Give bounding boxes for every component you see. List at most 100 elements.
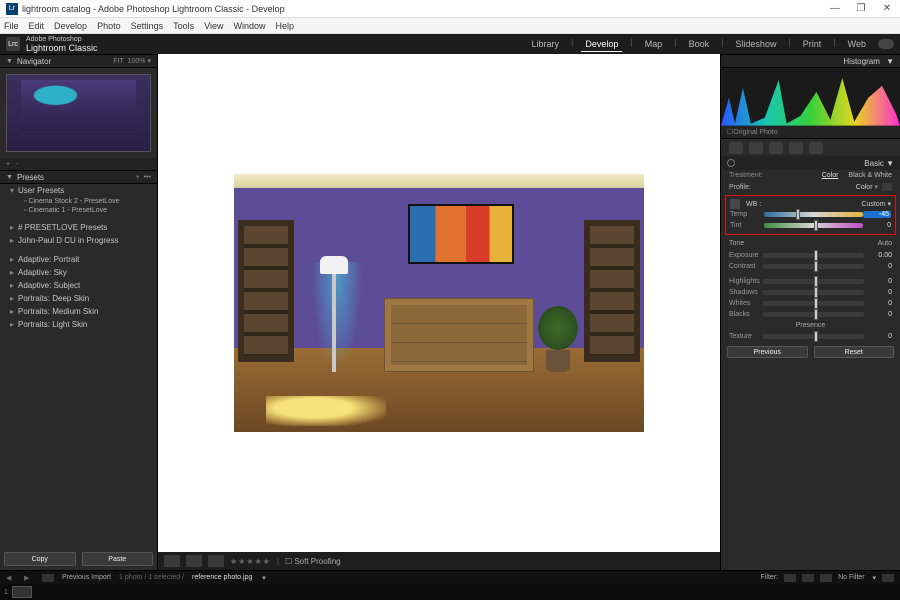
- filter-color-icon[interactable]: [820, 574, 832, 582]
- filter-lock-icon[interactable]: [882, 574, 894, 582]
- original-photo-toggle[interactable]: ☐ Original Photo: [721, 126, 900, 138]
- heal-icon[interactable]: [749, 142, 763, 154]
- cloud-sync-icon[interactable]: [878, 39, 894, 49]
- wb-preset-dropdown[interactable]: Custom ▾: [861, 201, 891, 208]
- menubar: File Edit Develop Photo Settings Tools V…: [0, 18, 900, 34]
- lightroom-logo-icon: Lrc: [6, 37, 20, 51]
- view-mode-icon[interactable]: [164, 555, 180, 567]
- menu-develop[interactable]: Develop: [54, 21, 87, 31]
- filmstrip-header: ◀ ▶ Previous Import 1 photo / 1 selected…: [0, 570, 900, 584]
- survey-icon[interactable]: [208, 555, 224, 567]
- menu-view[interactable]: View: [204, 21, 223, 31]
- basic-panel-header[interactable]: Basic ▼: [721, 156, 900, 170]
- mask-icon[interactable]: [769, 142, 783, 154]
- profile-row[interactable]: Profile: Color ▾: [721, 181, 900, 193]
- panel-toggle-icon[interactable]: [727, 159, 735, 167]
- filmstrip-thumbnail[interactable]: [12, 586, 32, 598]
- blacks-slider[interactable]: Blacks0: [729, 309, 892, 320]
- temp-slider[interactable]: Temp -45: [730, 209, 891, 220]
- canvas[interactable]: [158, 54, 720, 552]
- preset-group[interactable]: ▸Adaptive: Portrait: [0, 253, 157, 266]
- tool-strip: [721, 138, 900, 156]
- preset-group[interactable]: ▸Adaptive: Sky: [0, 266, 157, 279]
- menu-settings[interactable]: Settings: [131, 21, 164, 31]
- preset-group[interactable]: ▸Portraits: Medium Skin: [0, 305, 157, 318]
- menu-tools[interactable]: Tools: [173, 21, 194, 31]
- paste-button[interactable]: Paste: [82, 552, 154, 566]
- maximize-button[interactable]: ❐: [848, 3, 874, 14]
- module-develop[interactable]: Develop: [581, 37, 622, 52]
- center-panel: ★★★★★ | ☐ Soft Proofing: [158, 54, 720, 570]
- tint-slider[interactable]: Tint 0: [730, 220, 891, 231]
- filmstrip-back-icon[interactable]: ◀: [6, 574, 16, 582]
- preset-item[interactable]: ▫ Cinema Stock 2 - PresetLove: [0, 197, 157, 206]
- filmstrip[interactable]: 1: [0, 584, 900, 600]
- source-label[interactable]: Previous Import: [62, 574, 111, 581]
- presence-header: Presence: [729, 320, 892, 331]
- temp-value[interactable]: -45: [863, 211, 891, 218]
- auto-tone-button[interactable]: Auto: [878, 240, 892, 247]
- histogram-header[interactable]: Histogram ▼: [721, 54, 900, 68]
- soft-proofing-toggle[interactable]: ☐ Soft Proofing: [285, 557, 341, 566]
- navigator-thumbnail[interactable]: [0, 68, 157, 158]
- module-picker: Library| Develop| Map| Book| Slideshow| …: [527, 37, 870, 52]
- filter-flag-icon[interactable]: [784, 574, 796, 582]
- contrast-slider[interactable]: Contrast0: [729, 261, 892, 272]
- module-web[interactable]: Web: [844, 37, 870, 52]
- treatment-row: Treatment: Color Black & White: [721, 170, 900, 181]
- filename-label: reference photo.jpg: [192, 574, 252, 581]
- close-button[interactable]: ✕: [874, 3, 900, 14]
- right-panel: Histogram ▼ ☐ Original Photo Basic ▼: [720, 54, 900, 570]
- menu-help[interactable]: Help: [276, 21, 295, 31]
- module-library[interactable]: Library: [527, 37, 563, 52]
- wb-dropper-icon[interactable]: [730, 199, 740, 209]
- menu-file[interactable]: File: [4, 21, 19, 31]
- filter-star-icon[interactable]: [802, 574, 814, 582]
- texture-slider[interactable]: Texture0: [729, 331, 892, 342]
- filter-label: Filter:: [761, 574, 779, 581]
- treatment-bw[interactable]: Black & White: [848, 172, 892, 179]
- rating-stars[interactable]: ★★★★★: [230, 557, 271, 566]
- filmstrip-fwd-icon[interactable]: ▶: [24, 574, 34, 582]
- brand-text: Adobe Photoshop Lightroom Classic: [26, 36, 98, 52]
- menu-edit[interactable]: Edit: [29, 21, 45, 31]
- preset-group[interactable]: ▸John-Paul D CU in Progress: [0, 234, 157, 247]
- window-titlebar: Lr lightroom catalog - Adobe Photoshop L…: [0, 0, 900, 18]
- highlights-slider[interactable]: Highlights0: [729, 276, 892, 287]
- module-slideshow[interactable]: Slideshow: [731, 37, 780, 52]
- compare-icon[interactable]: [186, 555, 202, 567]
- snapshot-row: + -: [0, 158, 157, 170]
- reset-button[interactable]: Reset: [814, 346, 895, 358]
- navigator-header[interactable]: ▼ Navigator FIT 100% ▾: [0, 54, 157, 68]
- presets-list: ▾User Presets ▫ Cinema Stock 2 - PresetL…: [0, 184, 157, 331]
- crop-icon[interactable]: [729, 142, 743, 154]
- preset-group[interactable]: ▸Adaptive: Subject: [0, 279, 157, 292]
- previous-button[interactable]: Previous: [727, 346, 808, 358]
- preset-group[interactable]: ▸Portraits: Light Skin: [0, 318, 157, 331]
- preview-image: [234, 174, 644, 432]
- histogram[interactable]: [721, 68, 900, 126]
- presets-header[interactable]: ▼Presets+ •••: [0, 170, 157, 184]
- preset-group[interactable]: ▸# PRESETLOVE Presets: [0, 221, 157, 234]
- copy-button[interactable]: Copy: [4, 552, 76, 566]
- menu-window[interactable]: Window: [234, 21, 266, 31]
- preset-item[interactable]: ▫ Cinematic 1 - PresetLove: [0, 206, 157, 215]
- exposure-slider[interactable]: Exposure0.00: [729, 250, 892, 261]
- preset-group[interactable]: ▸Portraits: Deep Skin: [0, 292, 157, 305]
- grid-icon[interactable]: [42, 574, 54, 582]
- brush-icon[interactable]: [809, 142, 823, 154]
- shadows-slider[interactable]: Shadows0: [729, 287, 892, 298]
- whites-slider[interactable]: Whites0: [729, 298, 892, 309]
- no-filter-dropdown[interactable]: No Filter: [838, 574, 864, 581]
- module-print[interactable]: Print: [799, 37, 826, 52]
- profile-browser-icon[interactable]: [882, 183, 892, 191]
- module-map[interactable]: Map: [641, 37, 667, 52]
- white-balance-section: WB : Custom ▾ Temp -45 Tint 0: [725, 195, 896, 235]
- treatment-color[interactable]: Color: [822, 172, 839, 179]
- minimize-button[interactable]: —: [822, 3, 848, 14]
- module-book[interactable]: Book: [685, 37, 714, 52]
- preset-group-user[interactable]: ▾User Presets: [0, 184, 157, 197]
- tint-value[interactable]: 0: [863, 222, 891, 229]
- menu-photo[interactable]: Photo: [97, 21, 121, 31]
- redeye-icon[interactable]: [789, 142, 803, 154]
